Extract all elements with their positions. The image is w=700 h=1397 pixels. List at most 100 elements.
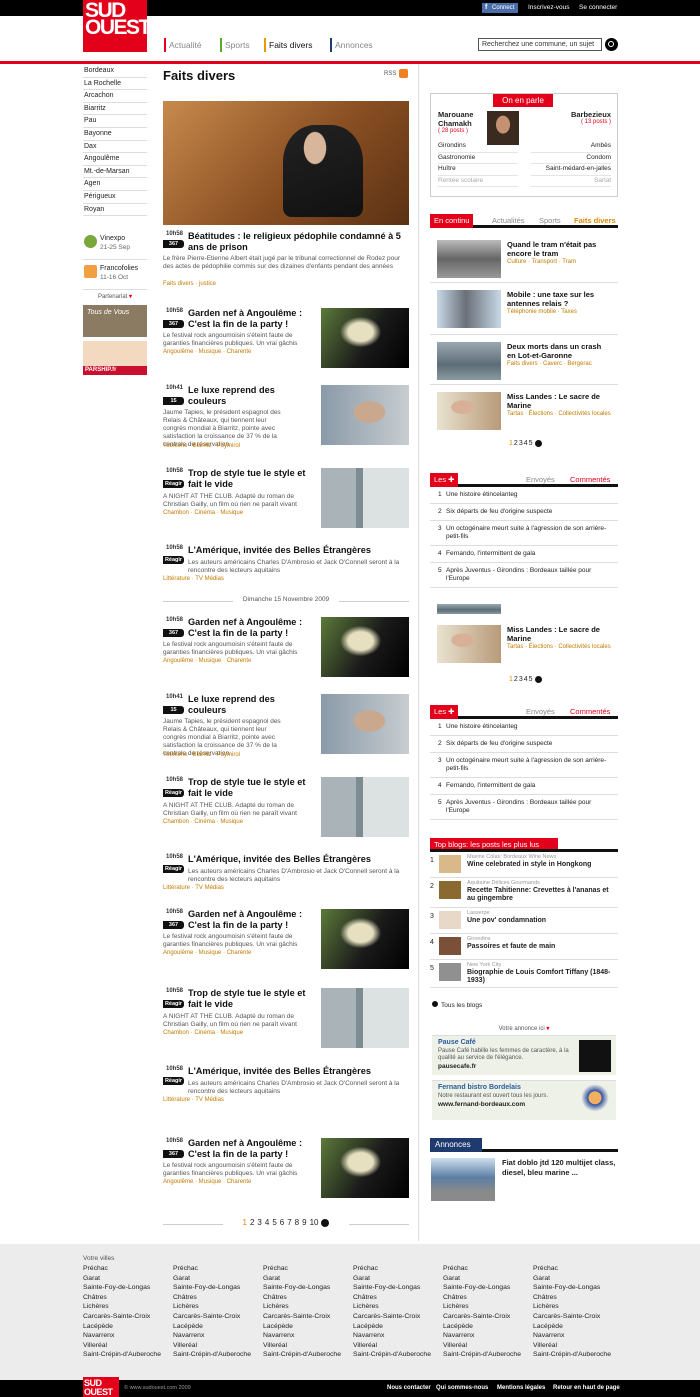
- blog-thumbnail[interactable]: [439, 963, 461, 981]
- article-tags[interactable]: Chambon · Cinéma · Musique: [163, 510, 243, 516]
- article-title[interactable]: L'Amérique, invitée des Belles Étrangère…: [188, 1066, 408, 1077]
- article-tags[interactable]: Angoulême · Musique · Charente: [163, 950, 251, 956]
- article-tags[interactable]: Chambon · Cinéma · Musique: [163, 819, 243, 825]
- article-tags[interactable]: Tourisme · Biarritz · Puymirol: [163, 443, 240, 449]
- ville-link[interactable]: Navarrenx: [533, 1331, 621, 1341]
- blog-thumbnail[interactable]: [439, 855, 461, 873]
- page-link[interactable]: 2: [514, 440, 518, 447]
- all-blogs-link[interactable]: Tous les blogs: [432, 1001, 482, 1009]
- city-link[interactable]: Biarritz: [83, 103, 147, 116]
- article-title[interactable]: Trop de style tue le style et fait le vi…: [188, 777, 316, 799]
- article-thumbnail[interactable]: [321, 909, 409, 969]
- article-thumbnail[interactable]: [321, 1138, 409, 1198]
- article-tags[interactable]: Chambon · Cinéma · Musique: [163, 1030, 243, 1036]
- news-item[interactable]: Quand le tram n'était pas encore le tram…: [430, 233, 618, 283]
- city-link[interactable]: Pau: [83, 115, 147, 128]
- page-link[interactable]: 7: [287, 1218, 291, 1227]
- ville-link[interactable]: Carcarès-Sainte-Croix: [353, 1312, 441, 1322]
- rss-label[interactable]: RSS: [384, 71, 396, 77]
- city-link[interactable]: Arcachon: [83, 90, 147, 103]
- page-link[interactable]: 3: [519, 440, 523, 447]
- ville-link[interactable]: Lacépède: [533, 1322, 621, 1332]
- player-photo[interactable]: [487, 111, 519, 145]
- page-link[interactable]: 5: [529, 676, 533, 683]
- city-link[interactable]: Périgueux: [83, 191, 147, 204]
- search-input[interactable]: Recherchez une commune, un sujet: [478, 38, 602, 51]
- blog-post-item[interactable]: 1 Maxine Colas: Bordeaux Wine News Wine …: [430, 852, 618, 878]
- article-title[interactable]: Garden nef à Angoulême : C'est la fin de…: [188, 909, 316, 931]
- news-tags[interactable]: Tartas · Élections · Collectivités local…: [507, 644, 612, 652]
- ville-link[interactable]: Lichères: [263, 1302, 351, 1312]
- ad-url[interactable]: www.fernand-bordeaux.com: [438, 1101, 525, 1108]
- ville-link[interactable]: Garat: [173, 1274, 261, 1284]
- search-icon[interactable]: [605, 38, 618, 51]
- city-link[interactable]: Bayonne: [83, 128, 147, 141]
- ad-url[interactable]: pausecafe.fr: [438, 1063, 476, 1070]
- ranked-link[interactable]: 1 Une histoire étincelanteg: [430, 719, 618, 736]
- ville-link[interactable]: Lichères: [83, 1302, 171, 1312]
- page-link[interactable]: 3: [257, 1218, 261, 1227]
- ad-title[interactable]: Fernand bistro Bordelais: [438, 1084, 521, 1091]
- trending-link[interactable]: Saint-médard-en-jalles: [531, 164, 611, 176]
- trending-link[interactable]: Sarlat: [531, 176, 611, 187]
- footer-logo[interactable]: SUD OUEST: [83, 1377, 119, 1397]
- article-thumbnail[interactable]: [321, 777, 409, 837]
- ville-link[interactable]: Garat: [83, 1274, 171, 1284]
- blog-title[interactable]: Wine celebrated in style in Hongkong: [467, 861, 615, 869]
- nav-tab-sports[interactable]: Sports: [220, 38, 250, 52]
- blog-thumbnail[interactable]: [439, 937, 461, 955]
- article-tags[interactable]: Angoulême · Musique · Charente: [163, 1179, 251, 1185]
- page-link[interactable]: 2: [250, 1218, 254, 1227]
- ville-link[interactable]: Garat: [263, 1274, 351, 1284]
- blog-post-item[interactable]: 3 Lasserpe Une pov' condamnation: [430, 908, 618, 934]
- ad-logo[interactable]: [579, 1085, 611, 1117]
- react-badge[interactable]: Réagir: [163, 789, 184, 797]
- news-thumbnail[interactable]: [437, 290, 501, 328]
- blog-title[interactable]: Biographie de Louis Comfort Tiffany (184…: [467, 969, 615, 985]
- ville-link[interactable]: Garat: [443, 1274, 531, 1284]
- trending-link[interactable]: Rentée scolaire: [438, 176, 518, 187]
- ville-link[interactable]: Lacépède: [353, 1322, 441, 1332]
- tab-actualites[interactable]: Actualités: [492, 214, 525, 228]
- trending-link[interactable]: Gastronomie: [438, 153, 518, 164]
- news-item[interactable]: [430, 604, 618, 618]
- ville-link[interactable]: Carcarès-Sainte-Croix: [443, 1312, 531, 1322]
- page-link[interactable]: 9: [302, 1218, 306, 1227]
- blog-source[interactable]: Girondins: [467, 936, 491, 942]
- tab-sports[interactable]: Sports: [539, 214, 561, 228]
- ranked-link[interactable]: 1 Une histoire étincelanteg: [430, 487, 618, 504]
- ville-link[interactable]: Villeréal: [443, 1341, 531, 1351]
- article-title[interactable]: L'Amérique, invitée des Belles Étrangère…: [188, 545, 408, 556]
- city-link[interactable]: Bordeaux: [83, 65, 147, 78]
- news-tags[interactable]: Tartas · Élections · Collectivités local…: [507, 411, 612, 419]
- page-link[interactable]: 2: [514, 676, 518, 683]
- news-tags[interactable]: Faits divers · Caverc · Bergerac: [507, 361, 612, 369]
- news-item[interactable]: Mobile : une taxe sur les antennes relai…: [430, 283, 618, 335]
- ad-title[interactable]: Pause Café: [438, 1039, 476, 1046]
- news-title[interactable]: Deux morts dans un crash en Lot-et-Garon…: [507, 342, 612, 360]
- ville-link[interactable]: Sainte-Foy-de-Longas: [353, 1283, 441, 1293]
- ville-link[interactable]: Châtres: [83, 1293, 171, 1303]
- news-thumbnail[interactable]: [437, 240, 501, 278]
- ville-link[interactable]: Sainte-Foy-de-Longas: [443, 1283, 531, 1293]
- site-logo[interactable]: SUD OUEST: [83, 0, 151, 52]
- article-title[interactable]: Garden nef à Angoulême : C'est la fin de…: [188, 1138, 316, 1160]
- city-link[interactable]: Royan: [83, 204, 147, 217]
- page-link[interactable]: 5: [529, 440, 533, 447]
- news-item[interactable]: Miss Landes : Le sacre de Marine Tartas …: [430, 385, 618, 435]
- ville-link[interactable]: Navarrenx: [353, 1331, 441, 1341]
- legal-link[interactable]: Mentions légales: [497, 1385, 545, 1391]
- page-link[interactable]: 5: [272, 1218, 276, 1227]
- ville-link[interactable]: Sainte-Foy-de-Longas: [263, 1283, 351, 1293]
- comment-count-badge[interactable]: 367: [163, 1150, 184, 1158]
- trending-link[interactable]: Ambès: [531, 141, 611, 153]
- news-tags[interactable]: Culture · Transport · Tram: [507, 259, 612, 267]
- ville-link[interactable]: Navarrenx: [263, 1331, 351, 1341]
- tab-faits-divers[interactable]: Faits divers: [574, 214, 616, 228]
- ranked-link[interactable]: 4 Fernando, l'intermittent de gala: [430, 778, 618, 795]
- ville-link[interactable]: Lichères: [353, 1302, 441, 1312]
- ville-link[interactable]: Sainte-Foy-de-Longas: [173, 1283, 261, 1293]
- article-tags[interactable]: Littérature · TV Médias: [163, 885, 224, 891]
- article-title[interactable]: Trop de style tue le style et fait le vi…: [188, 468, 316, 490]
- react-badge[interactable]: Réagir: [163, 556, 184, 564]
